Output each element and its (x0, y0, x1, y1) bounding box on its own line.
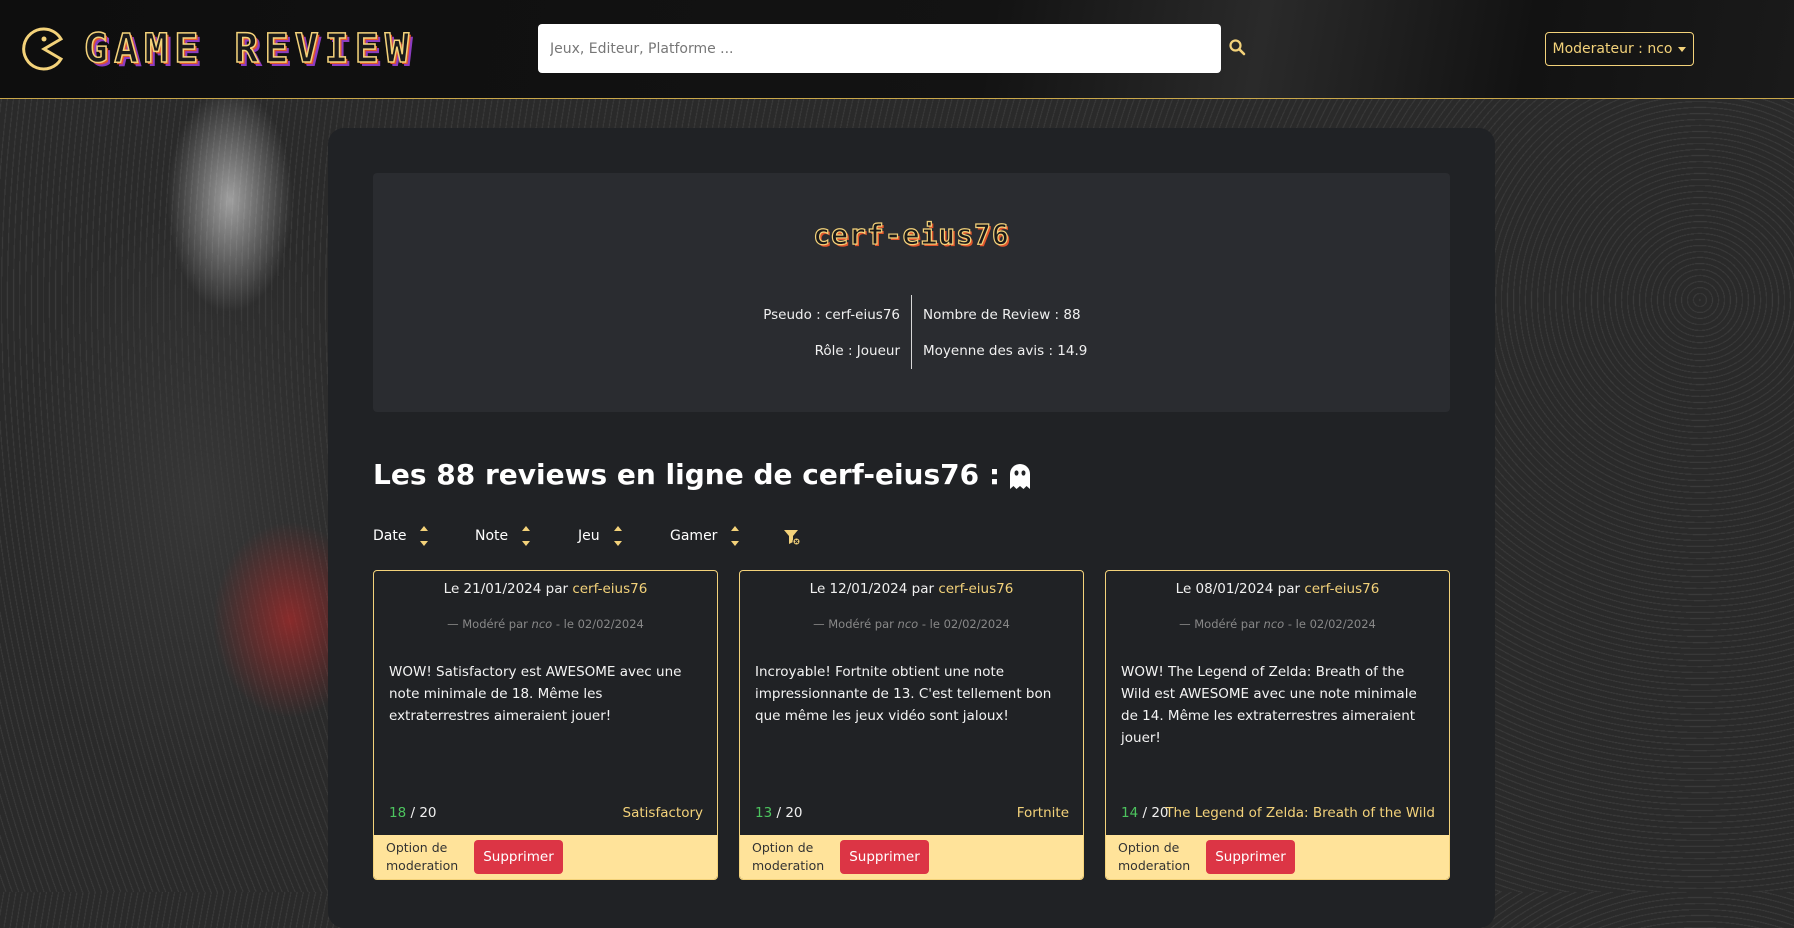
review-score-max: / 20 (1138, 805, 1169, 821)
profile-pseudo: Pseudo : cerf-eius76 (763, 307, 900, 323)
review-game-link[interactable]: Satisfactory (623, 805, 703, 821)
profile-card: cerf-eius76 Pseudo : cerf-eius76 Rôle : … (373, 173, 1450, 412)
moderation-options: Option de moderation Supprimer (1106, 835, 1449, 879)
review-text: Incroyable! Fortnite obtient une note im… (755, 664, 1052, 724)
profile-role: Rôle : Joueur (814, 343, 900, 359)
chevron-down-icon (1678, 46, 1687, 52)
review-score: 13 / 20 (755, 805, 803, 821)
profile-info-left: Pseudo : cerf-eius76 Rôle : Joueur (763, 297, 900, 369)
sort-arrows-icon (731, 526, 740, 546)
review-card: Le 21/01/2024 par cerf-eius76 — Modéré p… (373, 570, 718, 880)
review-score-value: 13 (755, 805, 773, 821)
review-moderation-info: — Modéré par nco - le 02/02/2024 (740, 617, 1083, 631)
review-score-value: 18 (389, 805, 407, 821)
moderation-options: Option de moderation Supprimer (374, 835, 717, 879)
clear-filter-icon[interactable] (783, 528, 801, 546)
sort-note-label: Note (475, 528, 509, 544)
sort-jeu[interactable]: Jeu (578, 516, 622, 556)
review-date: Le 21/01/2024 par (443, 581, 573, 597)
moderator-dropdown-button[interactable]: Moderateur : nco (1545, 32, 1694, 66)
delete-review-button[interactable]: Supprimer (840, 840, 929, 874)
sort-date-label: Date (373, 528, 407, 544)
top-navbar: GAME REVIEW Moderateur : nco (0, 0, 1794, 99)
review-card: Le 12/01/2024 par cerf-eius76 — Modéré p… (739, 570, 1084, 880)
review-author-link[interactable]: cerf-eius76 (572, 581, 647, 597)
moderation-prefix: — Modéré par (447, 617, 532, 631)
moderation-date: - le 02/02/2024 (1284, 617, 1376, 631)
sort-arrows-icon (613, 526, 622, 546)
delete-review-button[interactable]: Supprimer (474, 840, 563, 874)
review-score: 14 / 20 (1121, 805, 1169, 821)
delete-review-button[interactable]: Supprimer (1206, 840, 1295, 874)
review-game-link[interactable]: Fortnite (1017, 805, 1069, 821)
review-score-max: / 20 (772, 805, 803, 821)
reviews-heading: Les 88 reviews en ligne de cerf-eius76 : (373, 458, 1032, 491)
review-card-header: Le 08/01/2024 par cerf-eius76 (1106, 581, 1449, 597)
pacman-logo-icon (22, 27, 64, 71)
profile-review-count: Nombre de Review : 88 (923, 307, 1081, 323)
sort-gamer[interactable]: Gamer (670, 516, 740, 556)
review-score-max: / 20 (406, 805, 437, 821)
profile-info-right: Nombre de Review : 88 Moyenne des avis :… (923, 297, 1087, 369)
main-panel: cerf-eius76 Pseudo : cerf-eius76 Rôle : … (328, 128, 1495, 928)
review-text: WOW! Satisfactory est AWESOME avec une n… (389, 664, 682, 724)
review-game-link[interactable]: The Legend of Zelda: Breath of the Wild (1165, 805, 1435, 821)
review-text: WOW! The Legend of Zelda: Breath of the … (1121, 664, 1417, 746)
search-bar (538, 24, 1221, 73)
sort-date[interactable]: Date (373, 516, 429, 556)
sort-arrows-icon (420, 526, 429, 546)
sort-jeu-label: Jeu (578, 528, 600, 544)
moderation-date: - le 02/02/2024 (552, 617, 644, 631)
search-icon[interactable] (1228, 38, 1246, 56)
site-logo-text: GAME REVIEW (83, 25, 415, 73)
review-card: Le 08/01/2024 par cerf-eius76 — Modéré p… (1105, 570, 1450, 880)
moderation-options-label: Option de moderation (1118, 840, 1191, 873)
sort-gamer-label: Gamer (670, 528, 718, 544)
review-card-header: Le 12/01/2024 par cerf-eius76 (740, 581, 1083, 597)
moderation-prefix: — Modéré par (1179, 617, 1264, 631)
review-author-link[interactable]: cerf-eius76 (938, 581, 1013, 597)
review-card-header: Le 21/01/2024 par cerf-eius76 (374, 581, 717, 597)
moderation-date: - le 02/02/2024 (918, 617, 1010, 631)
moderator-name: nco (1263, 617, 1285, 631)
moderation-options-label: Option de moderation (752, 840, 825, 873)
profile-info-divider (911, 295, 912, 369)
profile-name: cerf-eius76 (813, 217, 1010, 251)
review-author-link[interactable]: cerf-eius76 (1304, 581, 1379, 597)
moderation-options: Option de moderation Supprimer (740, 835, 1083, 879)
review-moderation-info: — Modéré par nco - le 02/02/2024 (1106, 617, 1449, 631)
sort-bar: Date Note Jeu Gamer (373, 516, 973, 556)
ghost-icon (1010, 463, 1031, 489)
site-logo[interactable]: GAME REVIEW (20, 24, 415, 74)
review-score: 18 / 20 (389, 805, 437, 821)
moderator-dropdown-label: Moderateur : nco (1552, 41, 1673, 57)
sort-arrows-icon (522, 526, 531, 546)
moderation-prefix: — Modéré par (813, 617, 898, 631)
reviews-heading-text: Les 88 reviews en ligne de cerf-eius76 : (373, 458, 1001, 491)
profile-average: Moyenne des avis : 14.9 (923, 343, 1088, 359)
review-date: Le 12/01/2024 par (809, 581, 939, 597)
review-moderation-info: — Modéré par nco - le 02/02/2024 (374, 617, 717, 631)
sort-note[interactable]: Note (475, 516, 531, 556)
search-input[interactable] (538, 24, 1221, 73)
moderator-name: nco (531, 617, 553, 631)
review-score-value: 14 (1121, 805, 1139, 821)
moderation-options-label: Option de moderation (386, 840, 459, 873)
moderator-name: nco (897, 617, 919, 631)
review-date: Le 08/01/2024 par (1175, 581, 1305, 597)
